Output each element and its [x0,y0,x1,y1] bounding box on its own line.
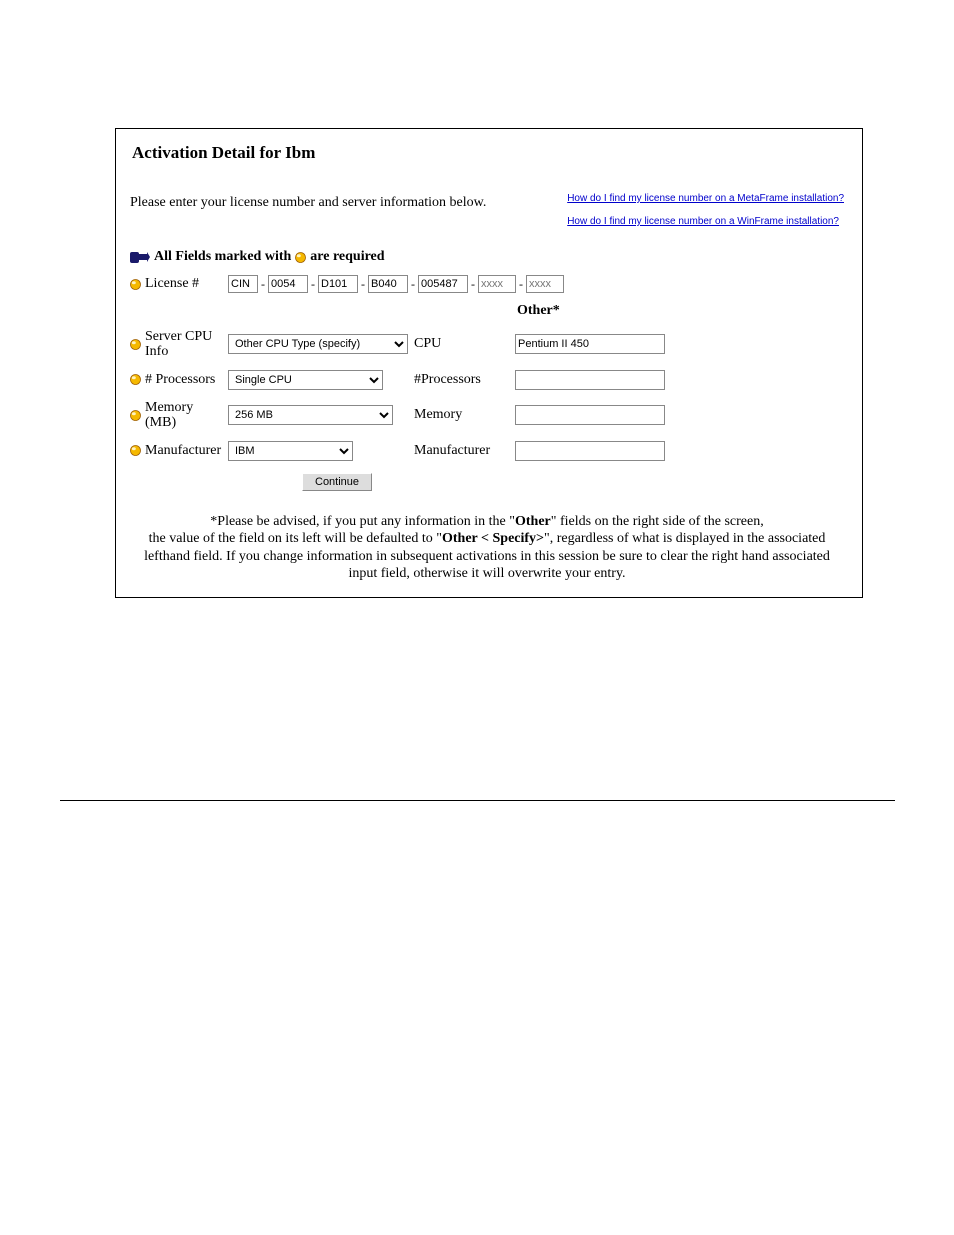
license-dash: - [410,277,416,292]
label-processors: # Processors [130,372,222,388]
label-processors-text: # Processors [145,372,215,388]
page-divider [60,800,895,801]
license-dash: - [260,277,266,292]
label-cpu: Server CPU Info [130,329,222,360]
label-memory-text: Memory (MB) [145,400,222,431]
mid-label-manufacturer: Manufacturer [414,443,509,459]
required-bullet-icon [130,339,141,350]
license-seg1-input[interactable] [228,275,258,293]
label-license-text: License # [145,276,199,292]
required-bullet-icon [130,374,141,385]
memory-other-input[interactable] [515,405,665,425]
label-manufacturer: Manufacturer [130,443,222,459]
hand-point-icon [130,251,150,264]
license-seg6-input[interactable] [478,275,516,293]
manufacturer-select[interactable]: IBM [228,441,353,461]
mid-label-processors: #Processors [414,372,509,388]
license-seg3-input[interactable] [318,275,358,293]
label-manufacturer-text: Manufacturer [145,443,221,459]
label-cpu-text: Server CPU Info [145,329,222,360]
required-bullet-icon [130,279,141,290]
license-seg2-input[interactable] [268,275,308,293]
required-text-suffix: are required [310,249,384,265]
license-dash: - [360,277,366,292]
cpu-select[interactable]: Other CPU Type (specify) [228,334,408,354]
required-text-prefix: All Fields marked with [154,249,291,265]
continue-button[interactable]: Continue [302,473,372,491]
label-license: License # [130,276,222,292]
link-winframe-help[interactable]: How do I find my license number on a Win… [567,216,844,227]
license-seg5-input[interactable] [418,275,468,293]
license-dash: - [518,277,524,292]
license-seg7-input[interactable] [526,275,564,293]
instruction-text: Please enter your license number and ser… [130,193,486,211]
page-title: Activation Detail for Ibm [132,143,844,163]
manufacturer-other-input[interactable] [515,441,665,461]
processors-other-input[interactable] [515,370,665,390]
mid-label-cpu: CPU [414,336,509,352]
license-dash: - [470,277,476,292]
license-dash: - [310,277,316,292]
activation-panel: Activation Detail for Ibm Please enter y… [115,128,863,598]
other-column-header: Other* [515,303,670,319]
required-bullet-icon [130,410,141,421]
required-notice: All Fields marked with are required [130,249,844,265]
cpu-other-input[interactable] [515,334,665,354]
memory-select[interactable]: 256 MB [228,405,393,425]
mid-label-memory: Memory [414,407,509,423]
required-bullet-icon [295,252,306,263]
link-metaframe-help[interactable]: How do I find my license number on a Met… [567,193,844,204]
label-memory: Memory (MB) [130,400,222,431]
required-bullet-icon [130,445,141,456]
license-seg4-input[interactable] [368,275,408,293]
processors-select[interactable]: Single CPU [228,370,383,390]
footnote-text: *Please be advised, if you put any infor… [130,513,844,583]
